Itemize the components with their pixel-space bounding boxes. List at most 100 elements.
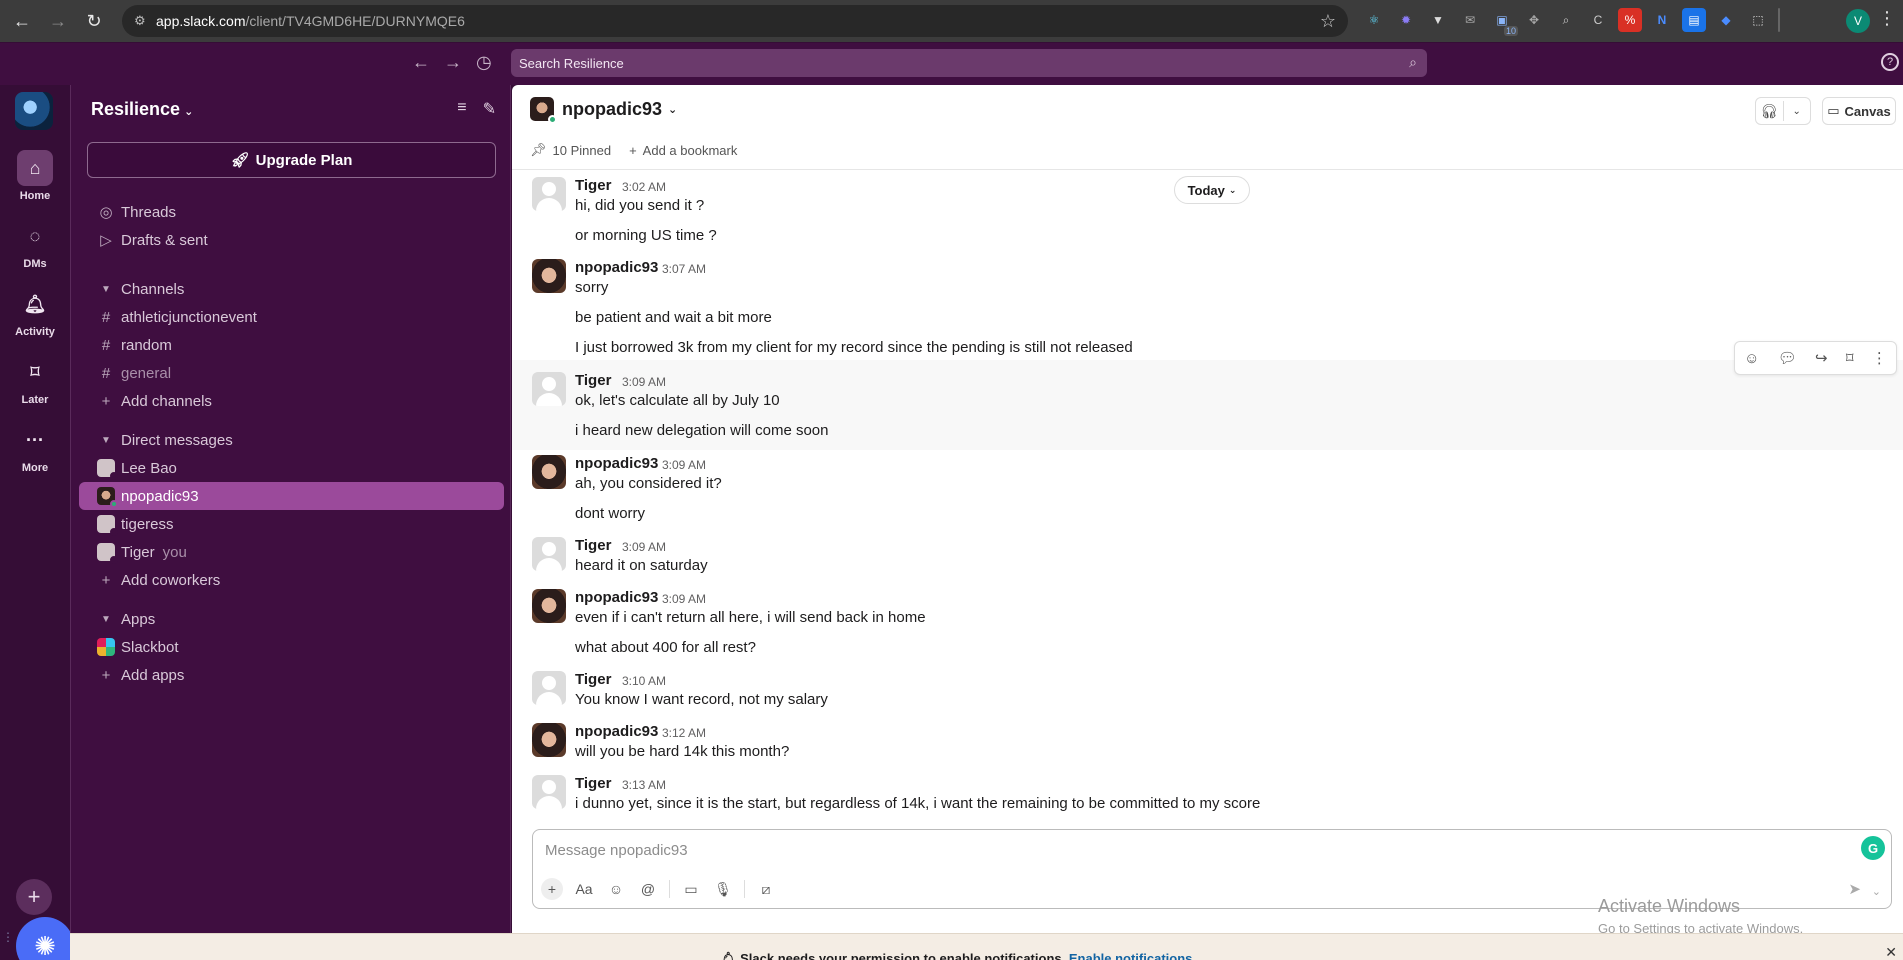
emoji-icon[interactable]: ☺ xyxy=(605,878,627,900)
message-author[interactable]: npopadic93 xyxy=(575,259,658,276)
message-author[interactable]: npopadic93 xyxy=(575,723,658,740)
help-icon[interactable]: ? xyxy=(1881,53,1899,71)
sidebar-item-threads[interactable]: ◎ Threads xyxy=(79,198,504,226)
sidebar-item-dm-self[interactable]: Tiger you xyxy=(79,538,504,566)
rail-home[interactable]: ⌂ Home xyxy=(0,150,70,202)
mail-icon[interactable]: ✉ xyxy=(1458,8,1482,32)
send-icon[interactable]: ➤ xyxy=(1848,880,1861,898)
react-devtools-icon[interactable]: ⚛ xyxy=(1362,8,1386,32)
message-time[interactable]: 3:09 AM xyxy=(662,458,706,472)
dm-section-header[interactable]: ▼ Direct messages xyxy=(79,426,504,454)
slash-command-icon[interactable]: ⧄ xyxy=(755,878,777,900)
add-bookmark-button[interactable]: + Add a bookmark xyxy=(629,142,737,158)
message-time[interactable]: 3:13 AM xyxy=(622,778,666,792)
sidebar-item-dm[interactable]: tigeress xyxy=(79,510,504,538)
mention-icon[interactable]: @ xyxy=(637,878,659,900)
vuetify-icon[interactable]: ▼ xyxy=(1426,8,1450,32)
avatar[interactable] xyxy=(532,537,566,571)
browser-back-icon[interactable]: ← xyxy=(6,5,38,37)
avatar[interactable] xyxy=(532,723,566,757)
add-apps-button[interactable]: + Add apps xyxy=(79,661,504,689)
message-group[interactable]: npopadic93 3:07 AM sorry be patient and … xyxy=(512,255,1903,356)
upgrade-plan-button[interactable]: 🚀︎ Upgrade Plan xyxy=(87,142,496,178)
compose-icon[interactable]: ✎ xyxy=(483,99,496,119)
message-time[interactable]: 3:10 AM xyxy=(622,674,666,688)
history-back-icon[interactable]: ← xyxy=(412,52,430,73)
message-author[interactable]: npopadic93 xyxy=(575,455,658,472)
rail-later[interactable]: ⌑ Later xyxy=(0,354,70,407)
message-time[interactable]: 3:09 AM xyxy=(622,375,666,389)
sidebar-item-slackbot[interactable]: Slackbot xyxy=(79,633,504,661)
message-group[interactable]: Tiger 3:09 AM heard it on saturday xyxy=(512,532,1903,577)
microphone-icon[interactable]: 🎙︎ xyxy=(712,878,734,900)
message-author[interactable]: npopadic93 xyxy=(575,589,658,606)
add-channels-button[interactable]: + Add channels xyxy=(79,387,504,415)
history-forward-icon[interactable]: → xyxy=(444,52,462,73)
huddle-button[interactable]: 🎧︎ ⌄ xyxy=(1755,97,1811,125)
address-bar[interactable]: ⚙ app.slack.com/client/TV4GMD6HE/DURNYMQ… xyxy=(122,5,1348,37)
channel-title[interactable]: npopadic93 ⌄ xyxy=(530,97,677,124)
rail-more[interactable]: ··· More xyxy=(0,422,70,475)
rail-activity[interactable]: 🔔︎ Activity xyxy=(0,286,70,339)
close-icon[interactable]: ✕ xyxy=(1885,944,1897,960)
browser-reload-icon[interactable]: ↻ xyxy=(78,5,110,37)
attach-plus-icon[interactable]: + xyxy=(541,878,563,900)
reply-thread-icon[interactable]: 💬︎ xyxy=(1778,349,1797,367)
profile-avatar[interactable]: V xyxy=(1846,9,1870,33)
search-input[interactable]: Search Resilience ⌕ xyxy=(511,49,1427,77)
message-time[interactable]: 3:02 AM xyxy=(622,180,666,194)
message-author[interactable]: Tiger xyxy=(575,775,611,792)
history-clock-icon[interactable]: ◷ xyxy=(476,52,492,73)
percent-extension-icon[interactable]: % xyxy=(1618,8,1642,32)
enable-notifications-link[interactable]: Enable notifications xyxy=(1069,951,1193,960)
message-group[interactable]: npopadic93 3:09 AM even if i can't retur… xyxy=(512,584,1903,659)
gear-extension-icon[interactable]: ✹ xyxy=(1394,8,1418,32)
avatar[interactable] xyxy=(532,775,566,809)
message-author[interactable]: Tiger xyxy=(575,372,611,389)
chevron-down-icon[interactable]: ⌄ xyxy=(1784,106,1811,117)
sidebar-item-channel[interactable]: # general xyxy=(79,359,504,387)
message-time[interactable]: 3:09 AM xyxy=(622,540,666,554)
site-info-icon[interactable]: ⚙ xyxy=(134,13,156,29)
browser-menu-icon[interactable]: ⋮ xyxy=(1878,8,1896,29)
add-workspace-button[interactable]: + xyxy=(16,879,52,915)
bookmark-star-icon[interactable]: ☆ xyxy=(1320,11,1336,32)
message-author[interactable]: Tiger xyxy=(575,671,611,688)
pinned-button[interactable]: 📌︎ 10 Pinned xyxy=(530,142,611,158)
message-author[interactable]: Tiger xyxy=(575,177,611,194)
send-options-chevron-icon[interactable]: ⌄ xyxy=(1872,885,1881,898)
workspace-name[interactable]: Resilience ⌄ xyxy=(91,99,193,120)
sidebar-item-dm[interactable]: Lee Bao xyxy=(79,454,504,482)
add-coworkers-button[interactable]: + Add coworkers xyxy=(79,566,504,594)
more-actions-icon[interactable]: ⋮ xyxy=(1872,349,1887,367)
avatar[interactable] xyxy=(532,455,566,489)
message-author[interactable]: Tiger xyxy=(575,537,611,554)
avatar[interactable] xyxy=(532,372,566,406)
avatar[interactable] xyxy=(532,259,566,293)
date-divider-button[interactable]: Today ⌄ xyxy=(1174,176,1250,204)
extension-with-badge-icon[interactable]: ▣ 10 xyxy=(1490,8,1518,36)
move-icon[interactable]: ✥ xyxy=(1522,8,1546,32)
message-group[interactable]: npopadic93 3:09 AM ah, you considered it… xyxy=(512,450,1903,525)
cc-extension-icon[interactable]: C xyxy=(1586,8,1610,32)
video-icon[interactable]: ▭ xyxy=(680,878,702,900)
message-time[interactable]: 3:09 AM xyxy=(662,592,706,606)
search-extension-icon[interactable]: ⌕ xyxy=(1554,8,1578,32)
sidebar-item-channel[interactable]: # random xyxy=(79,331,504,359)
tag-extension-icon[interactable]: ◆ xyxy=(1714,8,1738,32)
filter-icon[interactable]: ≡ xyxy=(457,99,466,119)
formatting-icon[interactable]: Aa xyxy=(573,878,595,900)
rail-dms[interactable]: ◌ DMs xyxy=(0,218,70,271)
n-extension-icon[interactable]: N xyxy=(1650,8,1674,32)
apps-section-header[interactable]: ▼ Apps xyxy=(79,605,504,633)
sidebar-item-drafts[interactable]: ▷ Drafts & sent xyxy=(79,226,504,254)
add-reaction-icon[interactable]: ☺ xyxy=(1744,350,1759,367)
puzzle-icon[interactable]: ⬚ xyxy=(1746,8,1770,32)
message-group[interactable]: Tiger 3:13 AM i dunno yet, since it is t… xyxy=(512,770,1903,815)
workspace-logo[interactable] xyxy=(15,92,53,130)
avatar[interactable] xyxy=(532,177,566,211)
canvas-button[interactable]: ▭ Canvas xyxy=(1822,97,1896,125)
message-group[interactable]: Tiger 3:10 AM You know I want record, no… xyxy=(512,666,1903,711)
channels-section-header[interactable]: ▼ Channels xyxy=(79,275,504,303)
grammarly-icon[interactable]: G xyxy=(1861,836,1885,860)
